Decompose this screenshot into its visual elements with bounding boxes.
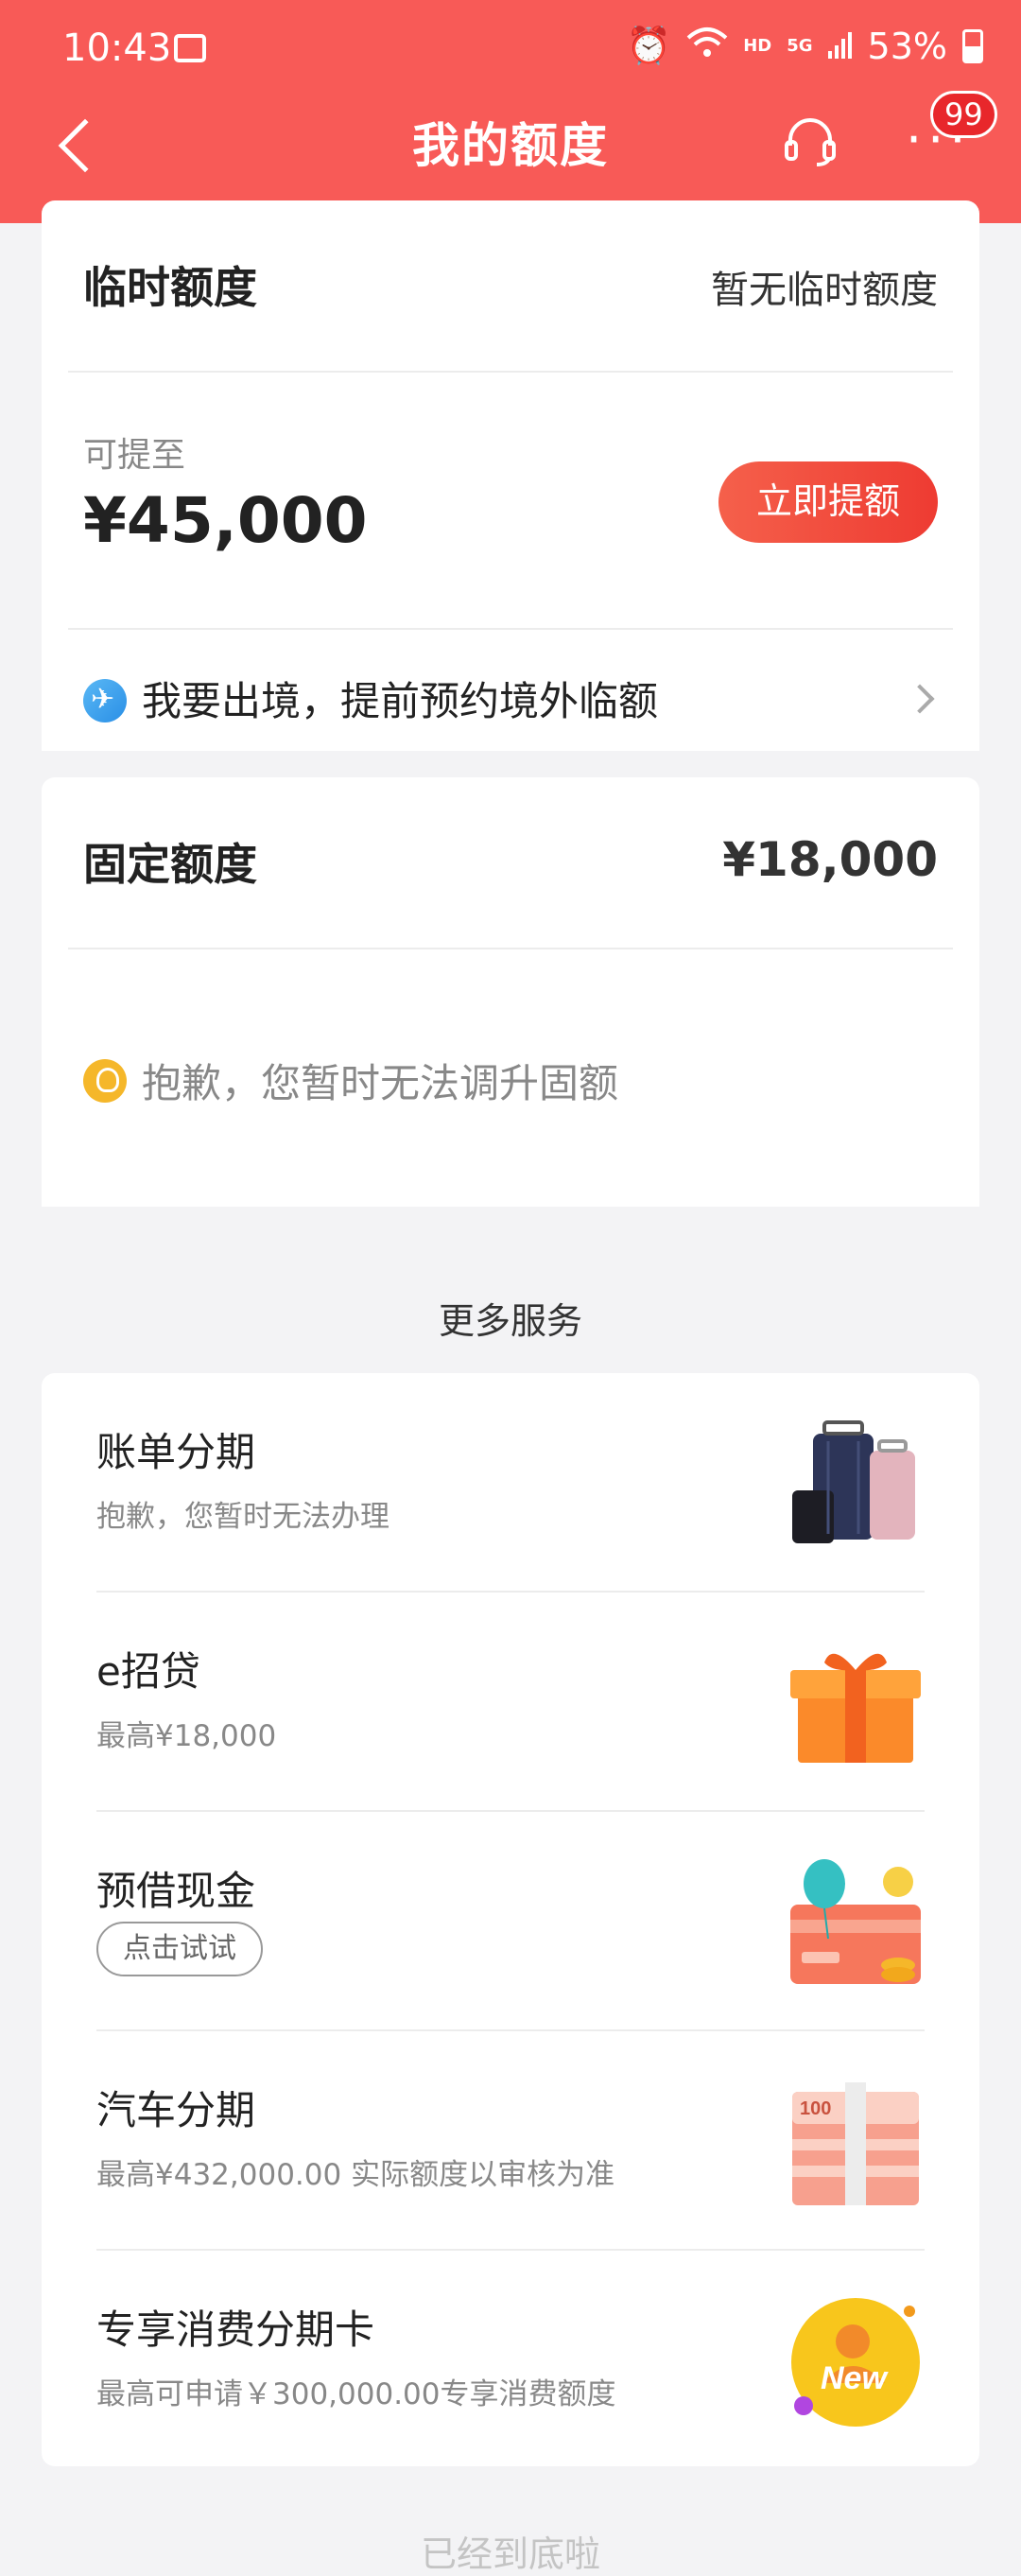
divider bbox=[68, 628, 953, 630]
new-badge-icon: New bbox=[787, 2292, 925, 2430]
lightbulb-icon bbox=[83, 1059, 127, 1103]
wifi-icon bbox=[686, 26, 728, 67]
customer-service-icon[interactable] bbox=[783, 113, 838, 166]
raise-to-label: 可提至 bbox=[83, 436, 186, 475]
card-balloon-icon bbox=[787, 1854, 925, 1992]
abroad-limit-row[interactable]: 我要出境，提前预约境外临额 bbox=[42, 641, 979, 751]
svg-text:New: New bbox=[821, 2360, 889, 2396]
status-bar: 10:43 ⏰ HD 5G 53% bbox=[0, 0, 1021, 95]
fixed-limit-card: 固定额度 ¥18,000 抱歉，您暂时无法调升固额 bbox=[42, 777, 979, 1207]
more-services-heading: 更多服务 bbox=[438, 1300, 582, 1342]
temp-limit-status: 暂无临时额度 bbox=[711, 269, 938, 312]
network-label: 5G bbox=[787, 36, 813, 56]
service-subtitle: 最高¥432,000.00 实际额度以审核为准 bbox=[96, 2158, 615, 2192]
service-item-car-installment[interactable]: 汽车分期 最高¥432,000.00 实际额度以审核为准 100 bbox=[96, 2031, 925, 2251]
services-card: 账单分期 抱歉，您暂时无法办理 e招贷 最高¥18,000 预借现金 点击试试 … bbox=[42, 1373, 979, 2466]
signal-icon bbox=[827, 26, 853, 67]
hd-label: HD bbox=[743, 36, 772, 56]
chevron-right-icon bbox=[905, 684, 935, 714]
service-subtitle: 最高可申请￥300,000.00专享消费额度 bbox=[96, 2377, 616, 2411]
page-title: 我的额度 bbox=[412, 118, 609, 173]
service-subtitle: 最高¥18,000 bbox=[96, 1719, 277, 1753]
divider bbox=[68, 371, 953, 373]
fixed-limit-amount: ¥18,000 bbox=[722, 832, 938, 887]
fixed-limit-title: 固定额度 bbox=[83, 839, 257, 890]
service-item-e-loan[interactable]: e招贷 最高¥18,000 bbox=[96, 1593, 925, 1812]
abroad-limit-text: 我要出境，提前预约境外临额 bbox=[142, 678, 659, 724]
service-title: 预借现金 bbox=[96, 1868, 256, 1914]
notification-badge: 99 bbox=[930, 91, 997, 138]
service-title: 汽车分期 bbox=[96, 2087, 256, 2133]
service-item-exclusive-card[interactable]: 专享消费分期卡 最高可申请￥300,000.00专享消费额度 New bbox=[96, 2251, 925, 2470]
end-of-list-text: 已经到底啦 bbox=[420, 2533, 600, 2575]
gift-box-icon bbox=[787, 1634, 925, 1772]
nav-bar: 我的额度 ··· 99 bbox=[0, 91, 1021, 208]
service-title: 专享消费分期卡 bbox=[96, 2306, 375, 2353]
raise-limit-button[interactable]: 立即提额 bbox=[718, 461, 938, 543]
app-header: 10:43 ⏰ HD 5G 53% 我的额度 ··· 99 bbox=[0, 0, 1021, 223]
raise-to-amount: ¥45,000 bbox=[83, 484, 368, 557]
battery-icon bbox=[962, 28, 983, 63]
luggage-icon bbox=[787, 1415, 925, 1553]
service-title: 账单分期 bbox=[96, 1429, 256, 1475]
airplane-icon bbox=[83, 679, 127, 722]
try-it-button[interactable]: 点击试试 bbox=[96, 1922, 263, 1976]
gallery-icon bbox=[174, 34, 206, 62]
temporary-limit-card: 临时额度 暂无临时额度 可提至 ¥45,000 立即提额 我要出境，提前预约境外… bbox=[42, 200, 979, 751]
status-time: 10:43 bbox=[62, 26, 172, 70]
service-item-bill-installment[interactable]: 账单分期 抱歉，您暂时无法办理 bbox=[96, 1373, 925, 1593]
battery-percent: 53% bbox=[867, 25, 947, 67]
service-subtitle: 抱歉，您暂时无法办理 bbox=[96, 1500, 389, 1534]
cash-stack-icon: 100 bbox=[787, 2073, 925, 2211]
service-item-cash-advance[interactable]: 预借现金 点击试试 bbox=[96, 1812, 925, 2031]
temp-limit-title: 临时额度 bbox=[83, 262, 257, 313]
divider bbox=[68, 948, 953, 949]
status-right: ⏰ HD 5G 53% bbox=[627, 25, 983, 67]
svg-text:100: 100 bbox=[800, 2098, 831, 2119]
alarm-icon: ⏰ bbox=[626, 25, 672, 66]
fixed-limit-notice: 抱歉，您暂时无法调升固额 bbox=[142, 1060, 619, 1106]
service-title: e招贷 bbox=[96, 1648, 200, 1695]
